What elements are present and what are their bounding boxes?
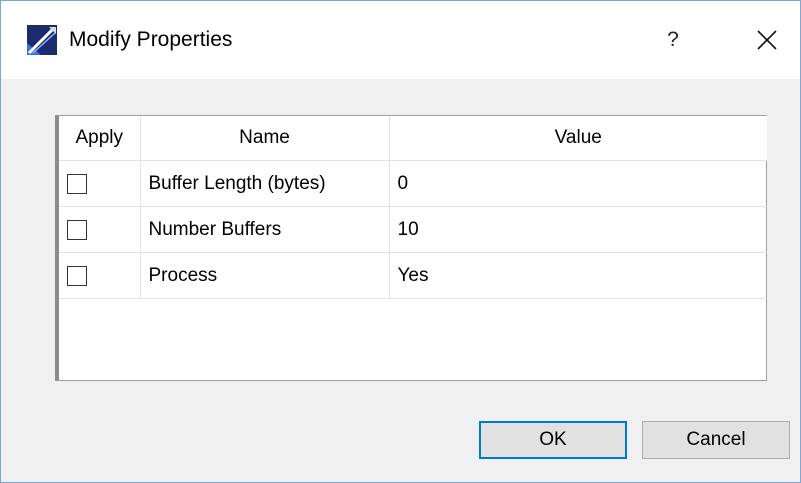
modify-properties-dialog: Modify Properties ? Apply Name Value Buf… (0, 0, 801, 483)
column-header-apply[interactable]: Apply (59, 116, 141, 161)
ok-button[interactable]: OK (479, 421, 627, 459)
table-row: Buffer Length (bytes) 0 (59, 160, 767, 207)
property-name: Process (140, 252, 390, 299)
properties-table-container[interactable]: Apply Name Value Buffer Length (bytes) 0… (55, 115, 767, 381)
apply-checkbox[interactable] (67, 219, 87, 240)
apply-cell (59, 160, 141, 207)
table-row: Number Buffers 10 (59, 206, 767, 253)
property-value[interactable]: 10 (389, 206, 767, 253)
title-bar[interactable]: Modify Properties ? (1, 1, 800, 79)
close-icon[interactable] (745, 19, 789, 59)
table-header-row: Apply Name Value (59, 116, 767, 161)
apply-checkbox[interactable] (67, 265, 87, 286)
window-title: Modify Properties (69, 28, 233, 51)
column-header-name[interactable]: Name (140, 116, 390, 161)
apply-checkbox[interactable] (67, 173, 87, 194)
property-name: Number Buffers (140, 206, 390, 253)
help-button[interactable]: ? (653, 23, 693, 57)
property-name: Buffer Length (bytes) (140, 160, 390, 207)
table-row: Process Yes (59, 252, 767, 299)
app-icon (27, 25, 57, 55)
property-value[interactable]: 0 (389, 160, 767, 207)
properties-table: Apply Name Value Buffer Length (bytes) 0… (59, 116, 767, 299)
apply-cell (59, 206, 141, 253)
cancel-button[interactable]: Cancel (642, 421, 790, 459)
apply-cell (59, 252, 141, 299)
column-header-value[interactable]: Value (389, 116, 767, 161)
property-value[interactable]: Yes (389, 252, 767, 299)
